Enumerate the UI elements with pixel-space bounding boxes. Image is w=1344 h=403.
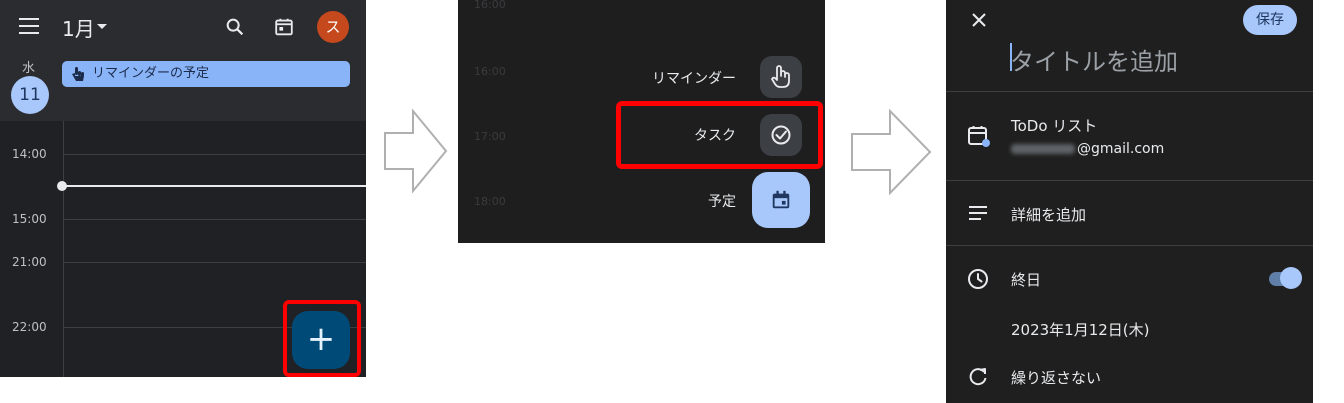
avatar[interactable]: ス bbox=[317, 11, 349, 43]
arrow-right-icon bbox=[384, 109, 448, 193]
task-list-name[interactable]: ToDo リスト bbox=[1011, 115, 1097, 136]
faint-time-label: 16:00 bbox=[474, 65, 506, 78]
time-column-divider bbox=[63, 121, 64, 377]
event-fab-button[interactable] bbox=[752, 172, 810, 228]
create-menu-view: 16:00 16:00 17:00 18:00 リマインダー タスク 予定 bbox=[458, 0, 825, 243]
search-icon[interactable] bbox=[224, 16, 246, 38]
hamburger-menu-icon[interactable] bbox=[19, 18, 39, 34]
chevron-down-icon[interactable] bbox=[97, 24, 107, 29]
divider bbox=[946, 91, 1313, 92]
close-icon[interactable] bbox=[968, 9, 990, 31]
text-cursor bbox=[1010, 43, 1012, 71]
calendar-event-icon bbox=[772, 190, 790, 209]
day-of-week: 水 bbox=[22, 61, 36, 76]
save-button[interactable]: 保存 bbox=[1243, 5, 1297, 35]
hand-pointer-icon bbox=[771, 65, 790, 88]
title-input[interactable]: タイトルを追加 bbox=[1010, 42, 1178, 77]
repeat-field[interactable]: 繰り返さない bbox=[1011, 367, 1101, 388]
month-selector[interactable]: 1月 bbox=[62, 13, 95, 42]
check-circle-icon bbox=[771, 125, 791, 145]
time-label: 14:00 bbox=[12, 147, 47, 161]
clock-icon bbox=[968, 269, 988, 289]
divider bbox=[946, 245, 1313, 246]
time-label: 15:00 bbox=[12, 212, 47, 226]
hour-gridline bbox=[63, 154, 366, 155]
arrow-right-icon bbox=[851, 109, 932, 195]
calendar-list-icon bbox=[968, 126, 990, 147]
faint-time-label: 18:00 bbox=[474, 195, 506, 208]
current-time-line bbox=[63, 185, 366, 187]
time-label: 21:00 bbox=[12, 255, 47, 269]
all-day-toggle-knob[interactable] bbox=[1280, 267, 1302, 289]
email-suffix: @gmail.com bbox=[1077, 141, 1165, 157]
faint-time-label: 17:00 bbox=[474, 130, 506, 143]
reminder-event-chip[interactable]: リマインダーの予定 bbox=[62, 61, 350, 87]
calendar-day-view: 1月 ス 水 11 リマインダーの予定 14:00 15:00 21:00 22… bbox=[0, 0, 366, 377]
notes-lines-icon bbox=[969, 206, 987, 220]
divider bbox=[946, 180, 1313, 181]
repeat-icon bbox=[969, 368, 987, 386]
day-number[interactable]: 11 bbox=[11, 76, 49, 114]
hour-gridline bbox=[63, 219, 366, 220]
account-email: @gmail.com bbox=[1011, 141, 1164, 157]
reminder-fab-button[interactable] bbox=[760, 56, 802, 98]
task-fab-button[interactable] bbox=[760, 114, 802, 156]
hand-pointer-icon bbox=[72, 67, 84, 81]
current-time-dot bbox=[57, 181, 67, 191]
menu-label-reminder[interactable]: リマインダー bbox=[616, 68, 736, 88]
hour-gridline bbox=[63, 262, 366, 263]
faint-time-label: 16:00 bbox=[474, 0, 506, 11]
time-label: 22:00 bbox=[12, 320, 47, 334]
today-calendar-icon[interactable] bbox=[273, 16, 295, 38]
redacted-email-prefix bbox=[1011, 144, 1075, 154]
new-task-form: 保存 タイトルを追加 ToDo リスト @gmail.com 詳細を追加 終日 … bbox=[946, 0, 1313, 403]
reminder-chip-label: リマインダーの予定 bbox=[92, 66, 210, 81]
menu-label-task[interactable]: タスク bbox=[616, 125, 736, 145]
date-field[interactable]: 2023年1月12日(木) bbox=[1011, 319, 1150, 340]
menu-label-event[interactable]: 予定 bbox=[616, 191, 736, 211]
create-fab-button[interactable]: + bbox=[292, 311, 350, 369]
add-details-field[interactable]: 詳細を追加 bbox=[1011, 204, 1086, 225]
all-day-label: 終日 bbox=[1011, 271, 1042, 289]
